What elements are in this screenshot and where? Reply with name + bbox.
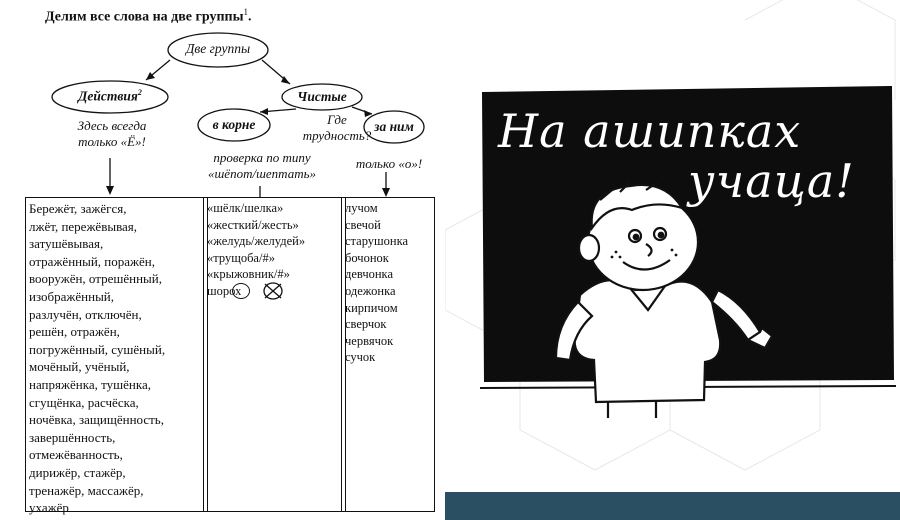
note-check-type: проверка по типу «шёпот/шептать» — [196, 150, 328, 182]
board-text-line1: На ашипках — [498, 104, 802, 158]
note-check-line1: проверка по типу — [213, 150, 311, 165]
table-row: шорох — [207, 282, 339, 300]
note-always-yo-line2: только «Ё»! — [78, 134, 146, 149]
blackboard-illustration: На ашипках учаца! — [460, 40, 900, 420]
crossed-out-mark — [263, 282, 283, 300]
table-row: разлучён, отключён, — [29, 306, 142, 322]
circled-letter-mark — [232, 282, 250, 299]
table-row: лучом — [345, 201, 378, 215]
blackboard-drawing — [479, 86, 897, 418]
table-row: лжёт, пережёвывая, — [29, 218, 138, 234]
table-row: кирпичом — [345, 300, 398, 315]
column-o-words: лучом свечой старушонка бочонок девчонка… — [342, 198, 434, 511]
table-row: ночёвка, защищённость, — [29, 412, 164, 428]
board-text-line2: учаца! — [688, 154, 855, 208]
table-row: дирижёр, стажёр, — [29, 464, 126, 480]
words-table: Бережёт, зажёгся, лжёт, пережёвывая, зат… — [25, 197, 435, 515]
note-always-yo: Здесь всегда только «Ё»! — [62, 118, 162, 150]
note-only-o: только «о»! — [355, 156, 423, 171]
table-row: бочонок — [345, 250, 389, 265]
node-actions-label: Действия — [78, 88, 138, 104]
table-row: свечой — [345, 217, 381, 232]
table-row: сгущёнка, расчёска, — [29, 394, 139, 410]
table-row: червячок — [345, 333, 394, 348]
note-always-yo-line1: Здесь всегда — [77, 118, 147, 133]
table-row: завершённость, — [29, 429, 116, 445]
note-check-line2: «шёпот/шептать» — [207, 166, 317, 181]
table-row: «жесткий/жесть» — [207, 217, 299, 232]
table-row: отмежёванность, — [29, 447, 123, 463]
table-row: сверчок — [345, 317, 387, 332]
note-where-difficulty: Где трудность? — [294, 112, 380, 144]
table-row: мочёный, учёный, — [29, 359, 130, 375]
table-row: «шёлк/шелка» — [207, 201, 284, 215]
table-row: девчонка — [345, 267, 393, 282]
table-row: сучок — [345, 350, 376, 365]
table-row: «желудь/желудей» — [207, 234, 306, 249]
table-row: тренажёр, массажёр, — [29, 482, 144, 498]
table-row: вооружён, отрешённый, — [29, 271, 162, 287]
column-root-words: «шёлк/шелка» «жесткий/жесть» «желудь/жел… — [204, 198, 342, 511]
node-actions-footnote: 2 — [137, 88, 142, 97]
note-where-line2: трудность? — [302, 128, 372, 143]
table-row: ухажёр — [29, 500, 69, 516]
table-row: напряжёнка, тушёнка, — [29, 376, 151, 392]
document-panel: Делим все слова на две группы1. Две груп… — [0, 0, 445, 520]
column-yo-words: Бережёт, зажёгся, лжёт, пережёвывая, зат… — [26, 198, 204, 515]
node-actions: Действия2 — [58, 88, 162, 105]
table-row: решён, отражён, — [29, 324, 120, 340]
node-in-root: в корне — [212, 117, 256, 132]
note-where-line1: Где — [327, 112, 347, 127]
table-row: старушонка — [345, 234, 409, 249]
table-row: Бережёт, зажёгся, — [29, 201, 127, 216]
table-row: погружённый, сушёный, — [29, 341, 166, 357]
node-two-groups: Две группы — [185, 41, 251, 56]
node-clean: Чистые — [297, 89, 347, 104]
table-row: одежонка — [345, 283, 396, 298]
table-row: «трущоба/#» — [207, 250, 275, 265]
table-row: изображённый, — [29, 288, 115, 304]
table-row: затушёвывая, — [29, 236, 104, 252]
table-row: отражённый, поражён, — [29, 253, 155, 269]
